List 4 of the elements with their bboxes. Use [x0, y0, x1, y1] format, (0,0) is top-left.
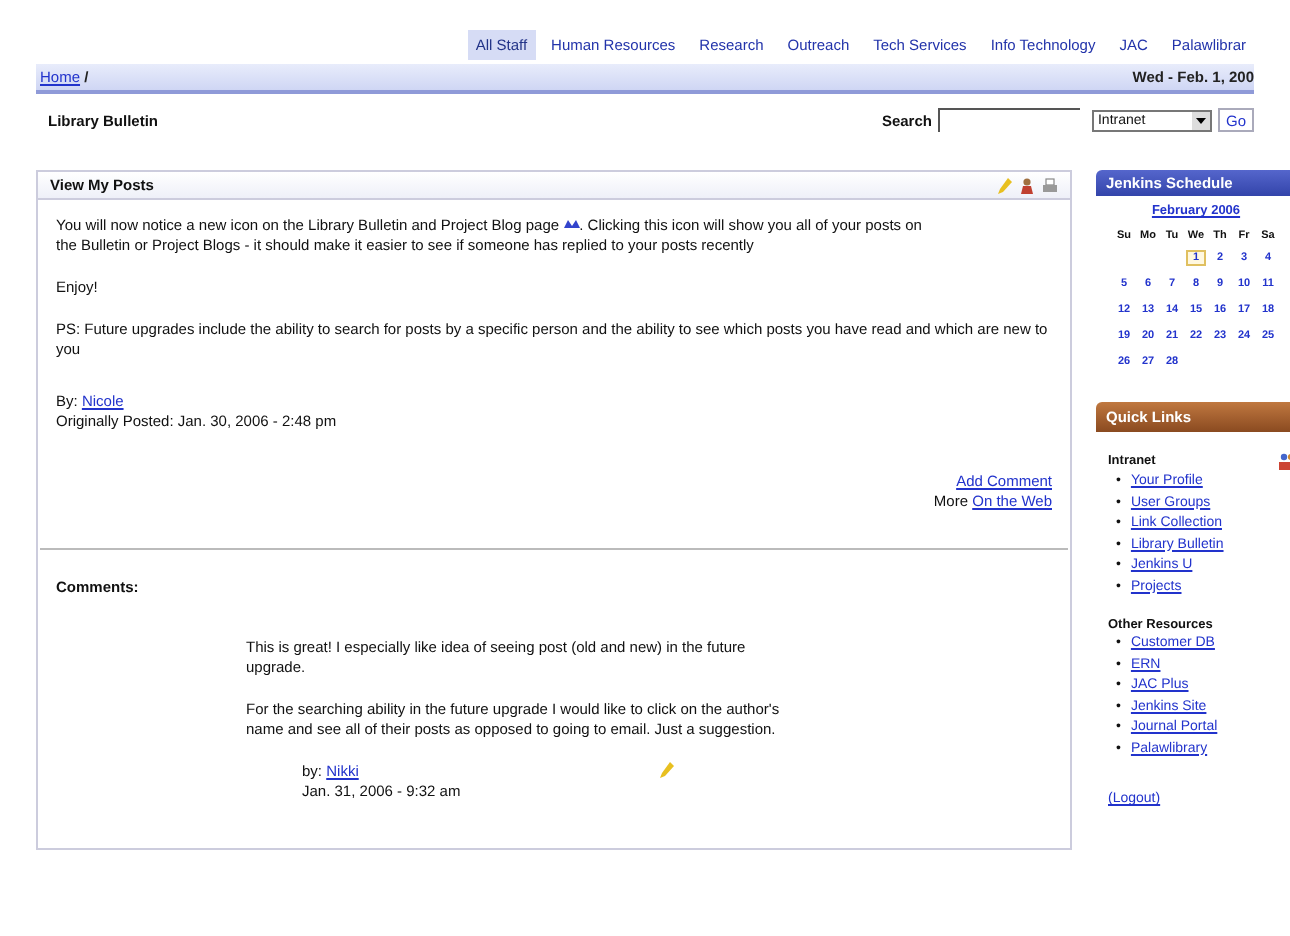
my-posts-icon	[563, 220, 580, 230]
person-icon[interactable]	[1020, 177, 1034, 193]
caret-icon[interactable]	[1191, 111, 1210, 129]
printer-icon[interactable]	[1042, 177, 1058, 193]
